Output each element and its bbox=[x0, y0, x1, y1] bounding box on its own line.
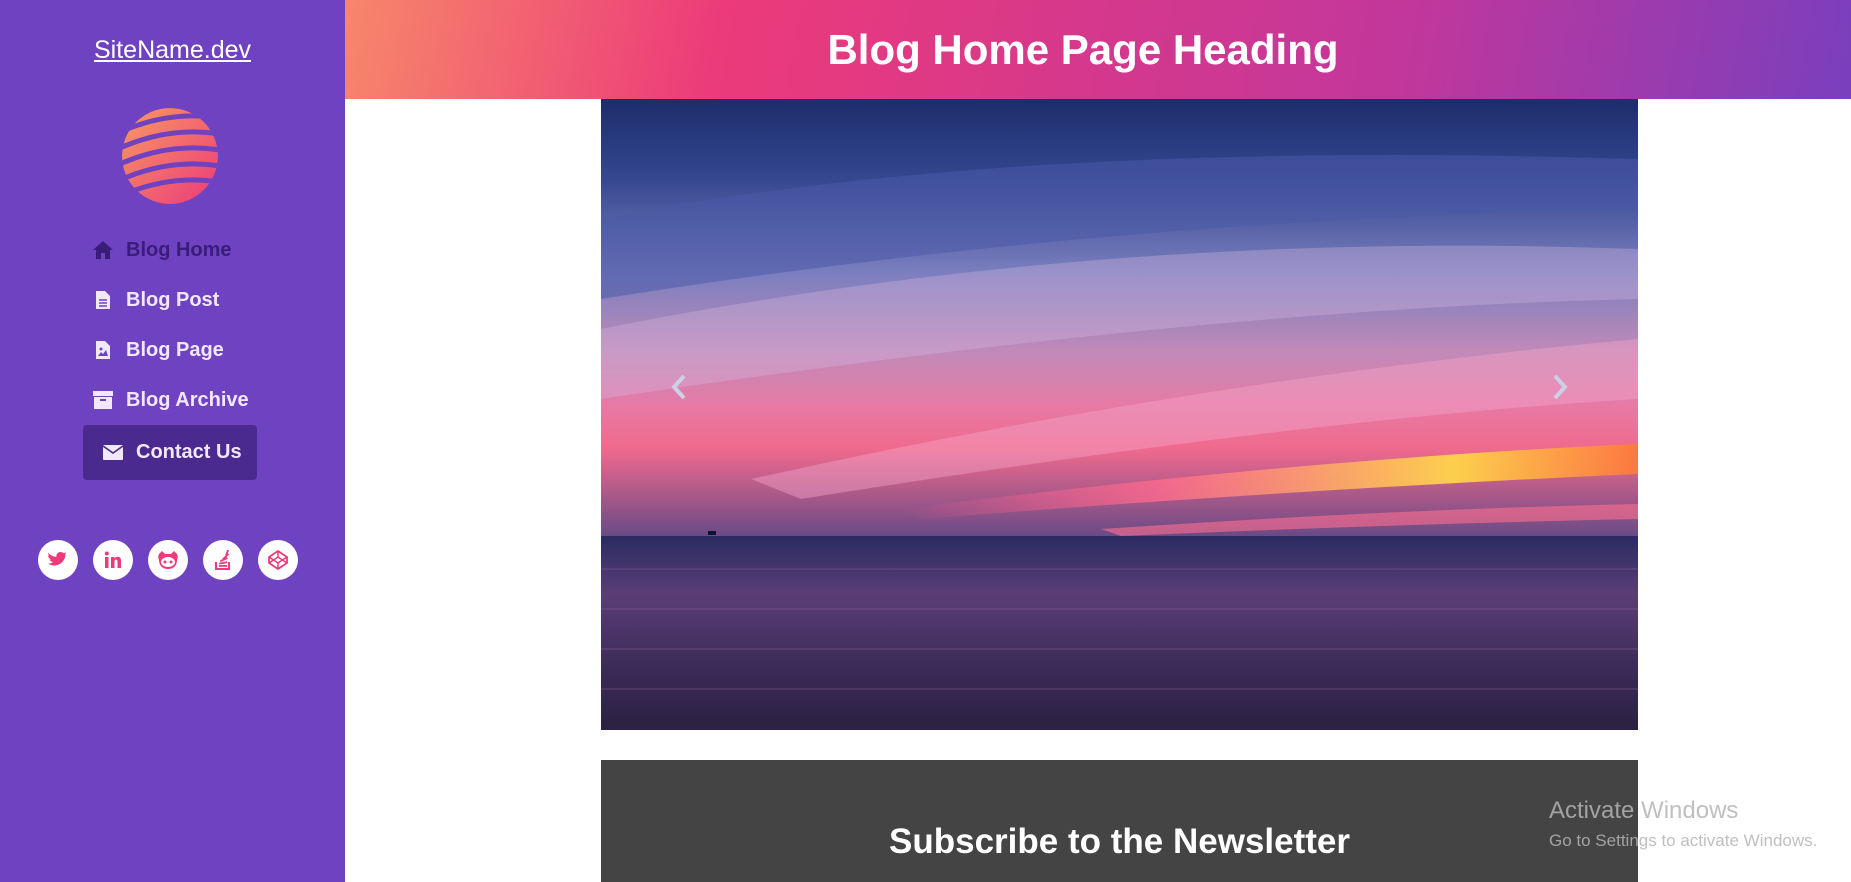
nav-label: Blog Post bbox=[126, 288, 220, 311]
file-image-icon bbox=[92, 339, 114, 361]
codepen-icon bbox=[268, 550, 288, 570]
nav-item-blog-home[interactable]: Blog Home bbox=[92, 230, 232, 270]
carousel-prev-button[interactable] bbox=[659, 367, 699, 407]
linkedin-link[interactable] bbox=[93, 540, 133, 580]
site-name-link[interactable]: SiteName.dev bbox=[0, 36, 345, 65]
nav-label: Contact Us bbox=[136, 441, 242, 463]
linkedin-icon bbox=[104, 551, 121, 568]
nav-item-contact-us[interactable]: Contact Us bbox=[83, 425, 257, 480]
archive-icon bbox=[92, 389, 114, 411]
nav-item-blog-archive[interactable]: Blog Archive bbox=[92, 380, 249, 420]
page-title: Blog Home Page Heading bbox=[827, 25, 1339, 73]
codepen-link[interactable] bbox=[258, 540, 298, 580]
carousel-next-button[interactable] bbox=[1540, 367, 1580, 407]
watermark-title: Activate Windows bbox=[1549, 797, 1739, 824]
nav-label: Blog Home bbox=[126, 238, 232, 261]
github-icon bbox=[158, 551, 178, 569]
stackoverflow-icon bbox=[215, 550, 230, 570]
file-icon bbox=[92, 289, 114, 311]
nav-label: Blog Page bbox=[126, 338, 224, 361]
page-header: Blog Home Page Heading bbox=[345, 0, 1851, 99]
envelope-icon bbox=[102, 442, 124, 464]
newsletter-title: Subscribe to the Newsletter bbox=[889, 822, 1350, 861]
nav-item-blog-page[interactable]: Blog Page bbox=[92, 330, 224, 370]
watermark-subtitle: Go to Settings to activate Windows. bbox=[1549, 831, 1818, 850]
home-icon bbox=[92, 239, 114, 261]
social-links bbox=[38, 540, 298, 580]
twitter-icon bbox=[48, 552, 67, 566]
nav-item-blog-post[interactable]: Blog Post bbox=[92, 280, 219, 320]
windows-activation-watermark: Activate Windows Go to Settings to activ… bbox=[1549, 797, 1817, 851]
chevron-left-icon bbox=[671, 374, 686, 400]
sidebar: SiteName.dev Blog Home Blog Post Blog Pa… bbox=[0, 0, 345, 882]
sunset-ocean-image bbox=[601, 99, 1638, 730]
globe-logo-icon bbox=[122, 108, 218, 204]
image-carousel[interactable] bbox=[601, 99, 1638, 730]
chevron-right-icon bbox=[1553, 374, 1568, 400]
newsletter-section: Subscribe to the Newsletter bbox=[601, 760, 1638, 882]
nav-label: Blog Archive bbox=[126, 388, 249, 411]
stackoverflow-link[interactable] bbox=[203, 540, 243, 580]
twitter-link[interactable] bbox=[38, 540, 78, 580]
github-link[interactable] bbox=[148, 540, 188, 580]
